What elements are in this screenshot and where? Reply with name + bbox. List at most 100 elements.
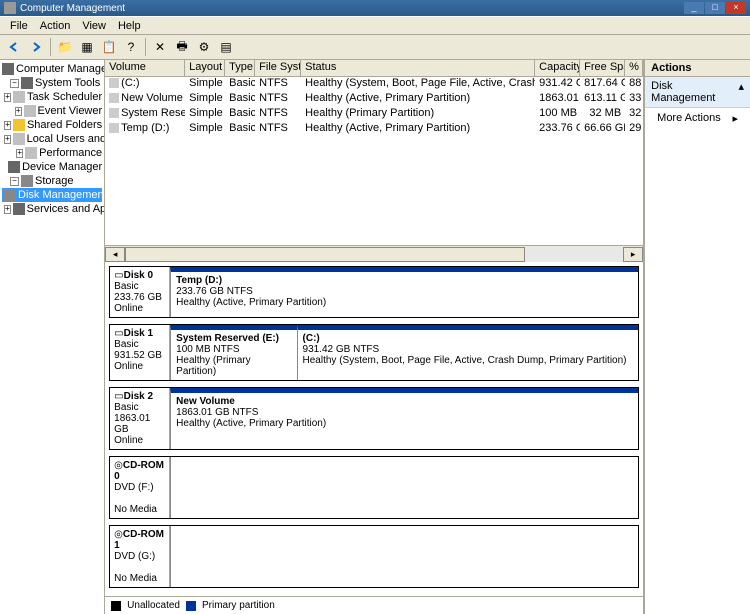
col-capacity[interactable]: Capacity — [535, 60, 580, 76]
legend: Unallocated Primary partition — [105, 596, 643, 614]
tree-item[interactable]: + Event Viewer — [2, 104, 102, 118]
actions-pane: Actions Disk Management ▴ More Actions ▸ — [645, 60, 750, 614]
volume-row[interactable]: (C:)SimpleBasicNTFSHealthy (System, Boot… — [105, 77, 643, 92]
disk-icon: ▭ — [114, 328, 123, 339]
disk-map: ▭Disk 0Basic233.76 GBOnlineTemp (D:)233.… — [105, 262, 643, 596]
col-type[interactable]: Type — [225, 60, 255, 76]
toolbar-separator — [145, 38, 146, 56]
tree-systools[interactable]: −System Tools — [2, 76, 102, 90]
tree-storage[interactable]: −Storage — [2, 174, 102, 188]
show-tree-button[interactable]: ▦ — [77, 37, 97, 57]
scroll-right[interactable]: ▸ — [623, 247, 643, 262]
tree-root[interactable]: Computer Management (Local) — [2, 62, 102, 76]
up-button[interactable]: 📁 — [55, 37, 75, 57]
minimize-button[interactable]: _ — [684, 2, 704, 14]
expand-icon[interactable]: + — [4, 205, 11, 214]
actions-section-label: Disk Management — [651, 80, 738, 104]
volume-icon — [109, 78, 119, 88]
col-volume[interactable]: Volume — [105, 60, 185, 76]
export-button[interactable]: 🖶 — [172, 37, 192, 57]
chevron-right-icon: ▸ — [732, 112, 738, 125]
forward-button[interactable] — [26, 37, 46, 57]
view-button[interactable]: ▤ — [216, 37, 236, 57]
horizontal-scroll[interactable]: ◂ ▸ — [105, 245, 643, 262]
storage-icon — [21, 175, 33, 187]
tree-item[interactable]: + Shared Folders — [2, 118, 102, 132]
expand-icon[interactable]: + — [4, 121, 11, 130]
tree-label: Shared Folders — [27, 119, 102, 131]
back-button[interactable] — [4, 37, 24, 57]
device-icon — [8, 161, 20, 173]
menu-help[interactable]: Help — [112, 19, 147, 33]
tools-icon — [21, 77, 33, 89]
window-title: Computer Management — [20, 3, 125, 14]
tree-item[interactable]: +Local Users and Groups — [2, 132, 102, 146]
tree-label: Event Viewer — [38, 105, 103, 117]
partition[interactable]: (C:)931.42 GB NTFSHealthy (System, Boot,… — [297, 325, 639, 380]
tree-item[interactable]: + Services and Applications — [2, 202, 102, 216]
disk-block[interactable]: ▭Disk 2Basic1863.01 GBOnlineNew Volume18… — [109, 387, 639, 450]
more-actions[interactable]: More Actions ▸ — [645, 108, 750, 129]
disk-header: ▭Disk 0Basic233.76 GBOnline — [110, 267, 170, 317]
optical-block[interactable]: ◎CD-ROM 0DVD (F:)No Media — [109, 456, 639, 519]
partition[interactable]: New Volume1863.01 GB NTFSHealthy (Active… — [170, 388, 638, 449]
folder-icon — [13, 119, 25, 131]
collapse-icon[interactable]: − — [10, 177, 19, 186]
expand-icon[interactable]: + — [15, 107, 22, 116]
window-buttons: _ □ × — [683, 2, 746, 14]
more-actions-label: More Actions — [657, 112, 721, 125]
col-pctfree[interactable]: % F — [625, 60, 643, 76]
col-freespace[interactable]: Free Space — [580, 60, 625, 76]
volume-icon — [109, 93, 119, 103]
tree-item[interactable]: +Task Scheduler — [2, 90, 102, 104]
expand-icon[interactable]: + — [4, 93, 11, 102]
cdrom-icon: ◎ — [114, 460, 123, 471]
expand-icon[interactable]: + — [4, 135, 11, 144]
refresh-button[interactable]: ✕ — [150, 37, 170, 57]
volume-row[interactable]: New VolumeSimpleBasicNTFSHealthy (Active… — [105, 92, 643, 107]
actions-section[interactable]: Disk Management ▴ — [645, 77, 750, 108]
partition[interactable]: System Reserved (E:)100 MB NTFSHealthy (… — [170, 325, 296, 380]
volume-row[interactable]: Temp (D:)SimpleBasicNTFSHealthy (Active,… — [105, 122, 643, 137]
computer-icon — [2, 63, 14, 75]
col-layout[interactable]: Layout — [185, 60, 225, 76]
tree-label: Computer Management (Local) — [16, 63, 105, 75]
tree-item[interactable]: Device Manager — [2, 160, 102, 174]
legend-primary-label: Primary partition — [202, 600, 275, 611]
disk-header: ◎CD-ROM 0DVD (F:)No Media — [110, 457, 170, 518]
scroll-thumb[interactable] — [125, 247, 525, 262]
properties-button[interactable]: 📋 — [99, 37, 119, 57]
tree-diskmgmt[interactable]: Disk Management — [2, 188, 102, 202]
optical-block[interactable]: ◎CD-ROM 1DVD (G:)No Media — [109, 525, 639, 588]
volume-row[interactable]: System Reserved (E:)SimpleBasicNTFSHealt… — [105, 107, 643, 122]
tree-label: Services and Applications — [27, 203, 105, 215]
close-button[interactable]: × — [726, 2, 746, 14]
tree-item[interactable]: +Performance — [2, 146, 102, 160]
col-filesystem[interactable]: File System — [255, 60, 301, 76]
disk-block[interactable]: ▭Disk 0Basic233.76 GBOnlineTemp (D:)233.… — [109, 266, 639, 318]
help-button[interactable]: ? — [121, 37, 141, 57]
menu-file[interactable]: File — [4, 19, 34, 33]
clock-icon — [13, 91, 25, 103]
disk-block[interactable]: ▭Disk 1Basic931.52 GBOnlineSystem Reserv… — [109, 324, 639, 381]
collapse-icon: ▴ — [738, 80, 744, 104]
users-icon — [13, 133, 25, 145]
volume-list: Volume Layout Type File System Status Ca… — [105, 60, 643, 245]
menu-bar: File Action View Help — [0, 16, 750, 34]
settings-button[interactable]: ⚙ — [194, 37, 214, 57]
legend-primary-swatch — [186, 601, 196, 611]
collapse-icon[interactable]: − — [10, 79, 19, 88]
app-icon — [4, 2, 16, 14]
toolbar-separator — [50, 38, 51, 56]
maximize-button[interactable]: □ — [705, 2, 725, 14]
menu-action[interactable]: Action — [34, 19, 77, 33]
col-status[interactable]: Status — [301, 60, 535, 76]
partition[interactable]: Temp (D:)233.76 GB NTFSHealthy (Active, … — [170, 267, 638, 317]
scroll-track[interactable] — [125, 247, 623, 262]
disk-header: ▭Disk 1Basic931.52 GBOnline — [110, 325, 170, 380]
tree-label: Device Manager — [22, 161, 102, 173]
expand-icon[interactable]: + — [16, 149, 23, 158]
menu-view[interactable]: View — [76, 19, 112, 33]
empty-partition — [170, 457, 638, 518]
scroll-left[interactable]: ◂ — [105, 247, 125, 262]
